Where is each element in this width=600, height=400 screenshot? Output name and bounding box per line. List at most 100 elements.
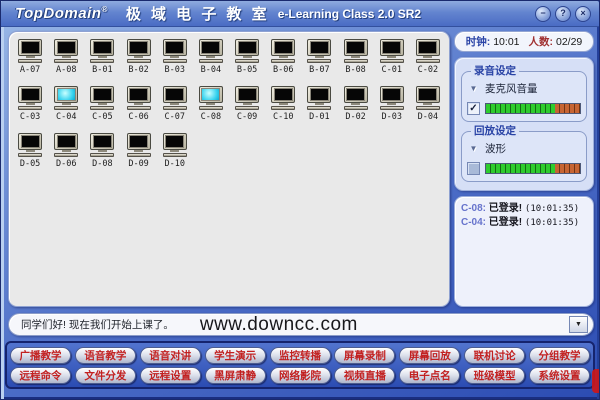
computer-icon (18, 133, 43, 157)
toolbar-button[interactable]: 远程命令 (10, 366, 71, 384)
computer-item[interactable]: B-06 (265, 39, 301, 82)
monitor-screen (273, 41, 293, 54)
record-settings-title: 录音设定 (471, 65, 519, 77)
help-button[interactable]: ? (555, 5, 571, 22)
monitor-stand (134, 103, 144, 105)
monitor-stand (314, 56, 324, 58)
monitor-icon (415, 39, 440, 56)
log-computer-id: C-08: (461, 203, 487, 214)
waveform-dropdown-icon[interactable]: ▼ (467, 143, 480, 154)
computer-item[interactable]: D-10 (157, 133, 193, 176)
toolbar-button[interactable]: 班级模型 (464, 366, 526, 384)
toolbar-button[interactable]: 文件分发 (74, 366, 136, 384)
toolbar-button[interactable]: 屏幕回放 (399, 346, 461, 364)
computer-icon (415, 39, 440, 63)
monitor-screen (382, 41, 402, 54)
close-button[interactable]: × (575, 5, 591, 22)
computer-item[interactable]: B-01 (84, 39, 120, 82)
message-dropdown-button[interactable]: ▼ (569, 316, 588, 333)
monitor-screen (56, 135, 76, 148)
status-bar: 时钟: 10:01 人数: 02/29 (454, 31, 594, 52)
computer-item[interactable]: B-04 (193, 39, 229, 82)
toolbar-button[interactable]: 网络影院 (269, 366, 331, 384)
mic-volume-checkbox[interactable] (467, 102, 480, 115)
monitor-stand (278, 56, 288, 58)
monitor-screen (418, 88, 438, 101)
keyboard-icon (18, 106, 43, 110)
monitor-screen (92, 135, 112, 148)
computer-item[interactable]: C-04 (48, 86, 84, 129)
watermark-text: www.downcc.com (199, 313, 358, 335)
keyboard-icon (90, 153, 115, 157)
keyboard-icon (126, 153, 151, 157)
monitor-screen (346, 88, 366, 101)
computer-item[interactable]: C-05 (84, 86, 120, 129)
toolbar-button[interactable]: 广播教学 (10, 346, 71, 364)
monitor-icon (307, 39, 332, 56)
computer-item[interactable]: D-04 (410, 86, 446, 129)
keyboard-icon (90, 106, 115, 110)
computer-item[interactable]: B-03 (157, 39, 193, 82)
computer-item[interactable]: C-09 (229, 86, 265, 129)
computer-label: D-01 (309, 112, 330, 122)
broadcast-message-combobox[interactable]: 同学们好! 现在我们开始上课了。 www.downcc.com ▼ (8, 313, 594, 336)
monitor-stand (170, 103, 180, 105)
computer-item[interactable]: D-08 (84, 133, 120, 176)
toolbar-button[interactable]: 监控转播 (269, 346, 331, 364)
toolbar-button[interactable]: 联机讨论 (464, 346, 526, 364)
monitor-icon (343, 39, 368, 56)
meter-green-segment (486, 164, 555, 173)
toolbar-button[interactable]: 语音教学 (74, 346, 136, 364)
monitor-screen (56, 88, 76, 101)
computer-label: D-08 (92, 159, 113, 169)
computer-item[interactable]: D-09 (121, 133, 157, 176)
monitor-icon (379, 39, 404, 56)
app-title-english: e-Learning Class 2.0 SR2 (277, 6, 422, 21)
computer-item[interactable]: D-02 (338, 86, 374, 129)
computer-item[interactable]: B-08 (338, 39, 374, 82)
record-settings-group: 录音设定 ▼ 麦克风音量 (461, 65, 587, 122)
waveform-checkbox[interactable] (467, 162, 480, 175)
toolbar-button[interactable]: 分组教学 (529, 346, 590, 364)
computer-item[interactable]: C-07 (157, 86, 193, 129)
computer-item[interactable]: D-03 (374, 86, 410, 129)
computer-item[interactable]: C-02 (410, 39, 446, 82)
monitor-icon (126, 39, 151, 56)
minimize-button[interactable]: − (535, 5, 551, 22)
toolbar-button[interactable]: 系统设置 (529, 366, 590, 384)
keyboard-icon (235, 59, 260, 63)
computer-item[interactable]: D-05 (12, 133, 48, 176)
toolbar-button[interactable]: 语音对讲 (139, 346, 201, 364)
computer-item[interactable]: D-06 (48, 133, 84, 176)
toolbar-button[interactable]: 远程设置 (139, 366, 201, 384)
broadcast-message-text[interactable]: 同学们好! 现在我们开始上课了。 (21, 317, 174, 332)
toolbar-button[interactable]: 屏幕录制 (334, 346, 396, 364)
computer-item[interactable]: C-03 (12, 86, 48, 129)
computer-item[interactable]: B-02 (121, 39, 157, 82)
toolbar-button[interactable]: 视频直播 (334, 366, 396, 384)
computer-item[interactable]: A-08 (48, 39, 84, 82)
monitor-screen (201, 41, 221, 54)
playback-settings-group: 回放设定 ▼ 波形 (461, 125, 587, 182)
computer-item[interactable]: B-05 (229, 39, 265, 82)
computer-item[interactable]: D-01 (301, 86, 337, 129)
toolbar-button[interactable]: 黑屏肃静 (204, 366, 266, 384)
monitor-stand (170, 56, 180, 58)
computer-item[interactable]: A-07 (12, 39, 48, 82)
computer-label: C-09 (236, 112, 258, 122)
computer-item[interactable]: C-01 (374, 39, 410, 82)
computer-icon (198, 86, 223, 110)
computer-item[interactable]: B-07 (301, 39, 337, 82)
monitor-screen (165, 88, 185, 101)
log-timestamp: (10:01:35) (524, 204, 580, 214)
mic-dropdown-icon[interactable]: ▼ (467, 83, 480, 94)
toolbar-row-2: 远程命令 文件分发 远程设置 黑屏肃静 网络影院 视频直播 电子点名 班级模型 … (10, 366, 590, 384)
monitor-icon (235, 39, 260, 56)
keyboard-icon (126, 106, 151, 110)
computer-item[interactable]: C-06 (121, 86, 157, 129)
toolbar-button[interactable]: 电子点名 (399, 366, 461, 384)
computer-item[interactable]: C-08 (193, 86, 229, 129)
toolbar-button[interactable]: 学生演示 (204, 346, 266, 364)
monitor-stand (387, 56, 397, 58)
computer-item[interactable]: C-10 (265, 86, 301, 129)
